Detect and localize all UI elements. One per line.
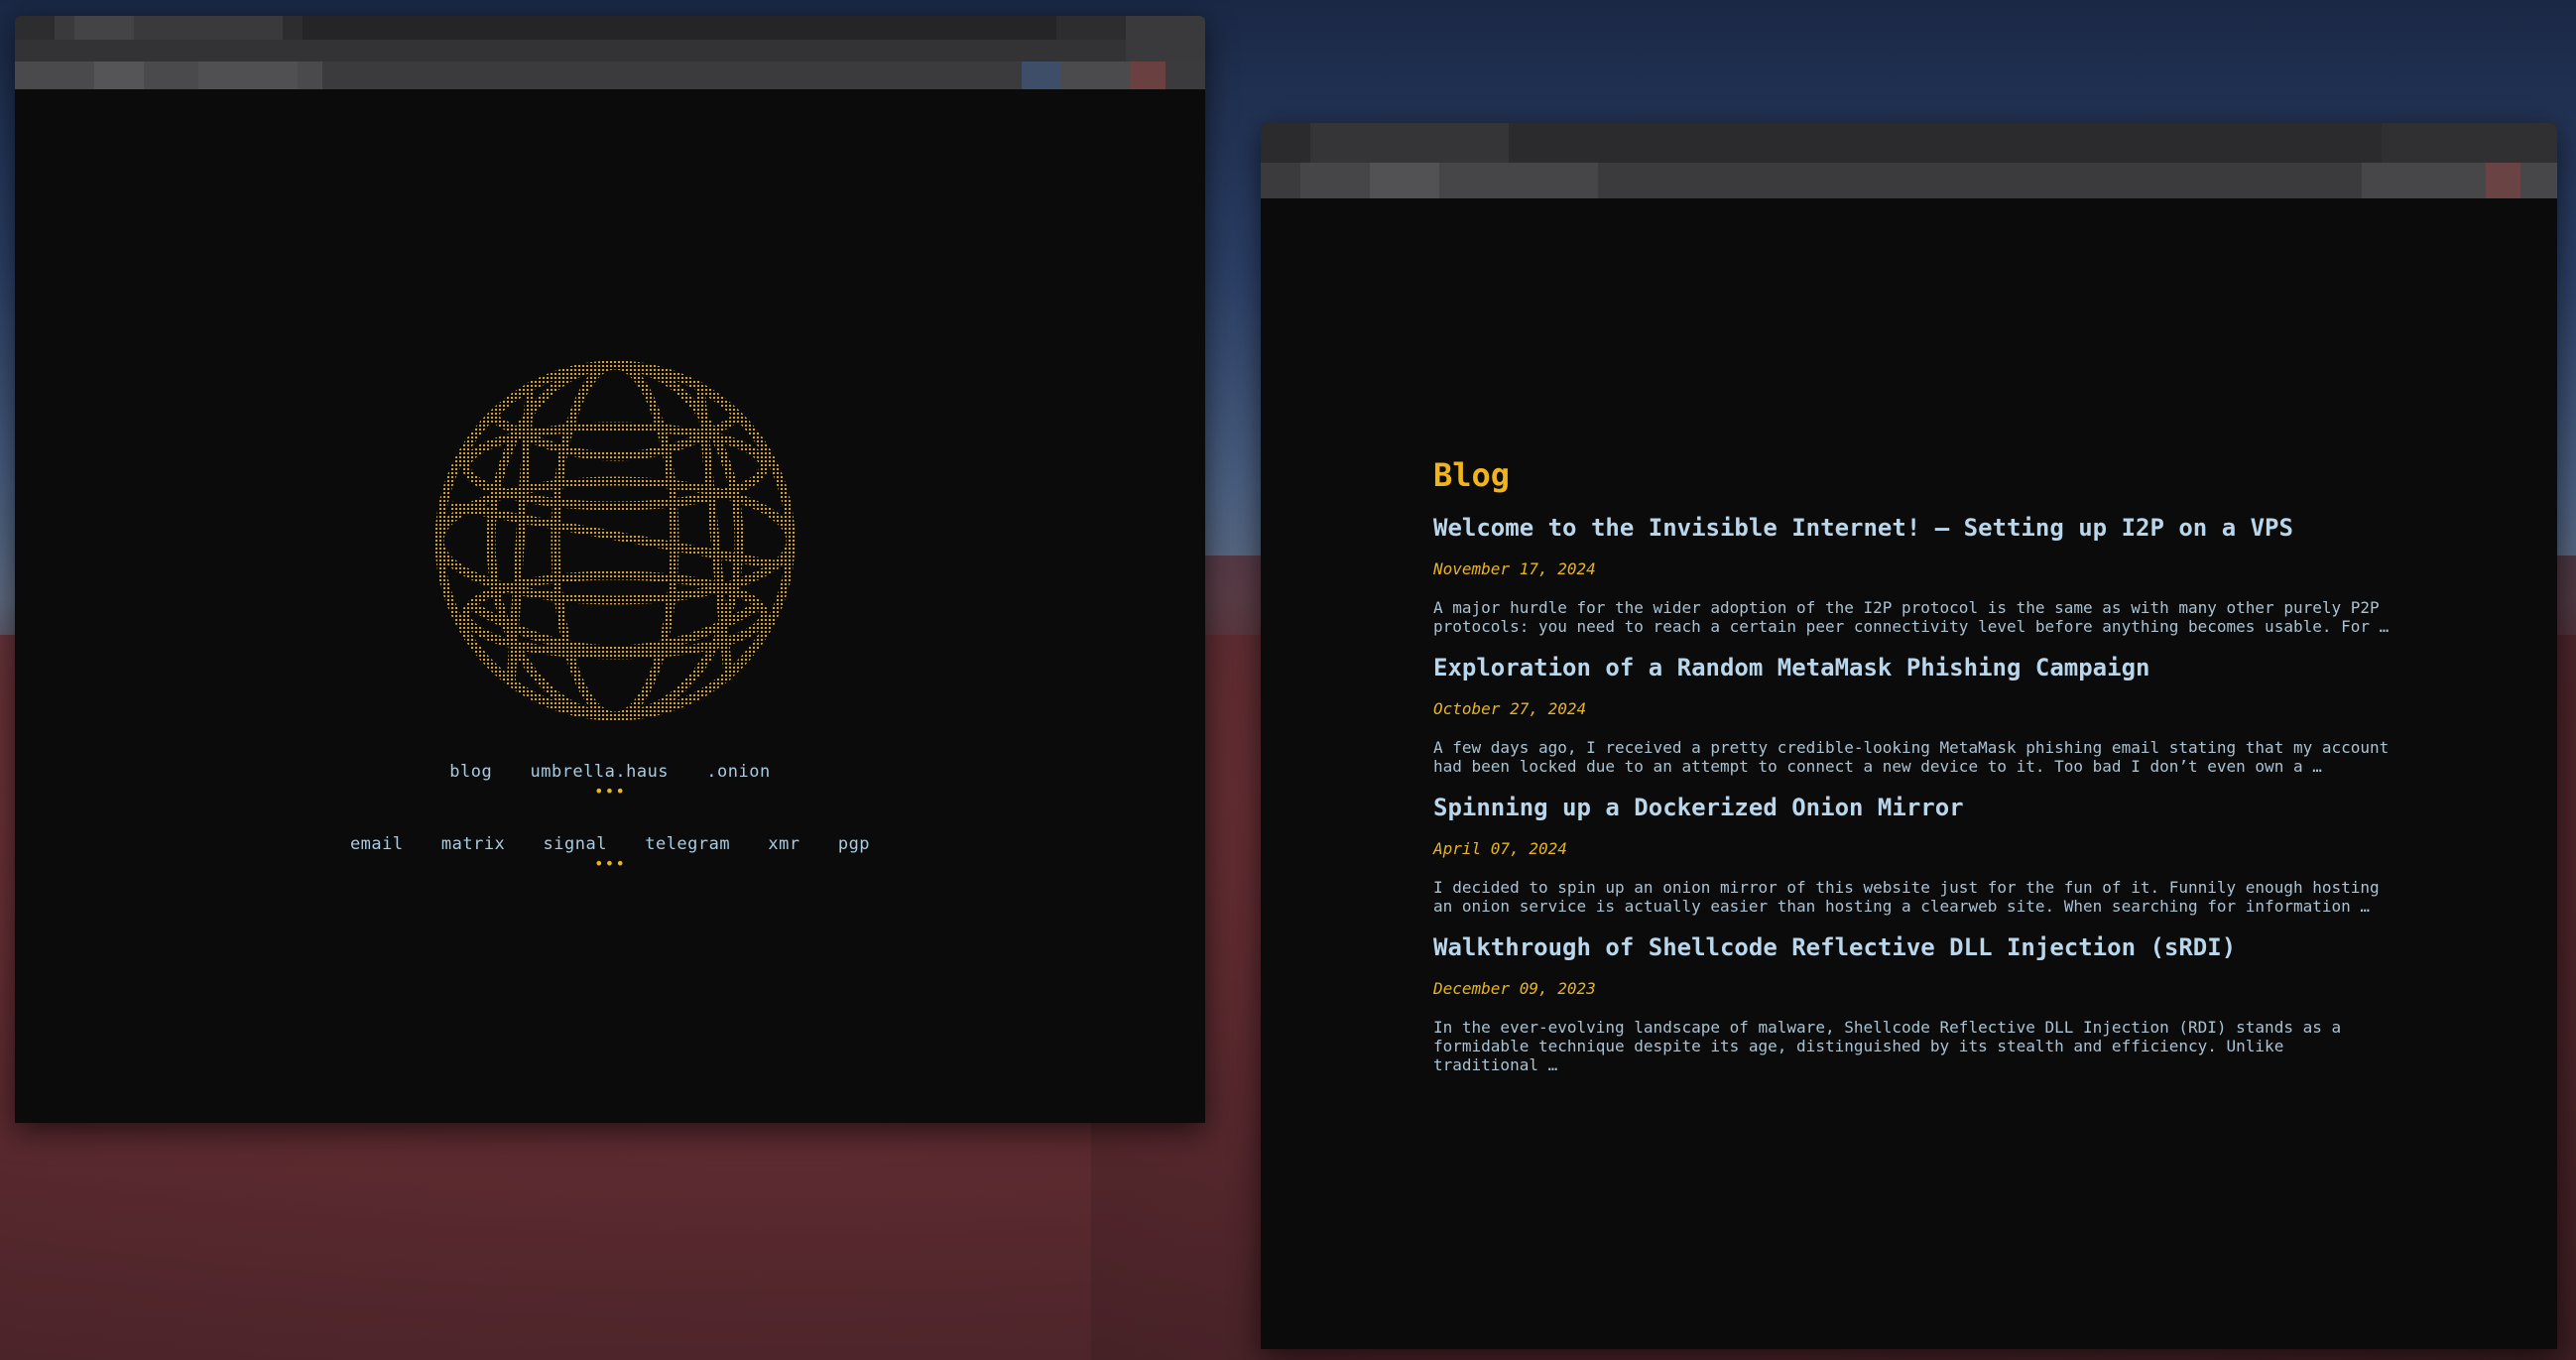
post-excerpt-line: A few days ago, I received a pretty cred… (1433, 738, 2390, 757)
post-title-link[interactable]: Welcome to the Invisible Internet! — Set… (1433, 514, 2405, 542)
post-excerpt: A few days ago, I received a pretty cred… (1433, 738, 2405, 776)
post-excerpt-line: protocols: you need to reach a certain p… (1433, 617, 2390, 636)
ascii-globe-icon (434, 360, 796, 721)
post-excerpt-line: A major hurdle for the wider adoption of… (1433, 598, 2380, 617)
blog-post: Spinning up a Dockerized Onion Mirror Apr… (1433, 794, 2405, 916)
contact-link-xmr[interactable]: xmr (768, 834, 799, 854)
post-date: October 27, 2024 (1433, 699, 1587, 718)
blog-post: Walkthrough of Shellcode Reflective DLL … (1433, 933, 2405, 1074)
browser-toolbar-pixelated (15, 16, 1205, 89)
blog-page: Blog Welcome to the Invisible Internet! … (1261, 198, 2557, 1349)
contact-link-email[interactable]: email (350, 834, 404, 854)
post-excerpt-line: In the ever-evolving landscape of malwar… (1433, 1018, 2342, 1037)
separator-dots-bottom: ••• (594, 854, 626, 873)
separator-dots: ••• (594, 782, 626, 801)
post-title-link[interactable]: Walkthrough of Shellcode Reflective DLL … (1433, 933, 2405, 961)
primary-nav: blog umbrella.haus .onion (15, 762, 1205, 782)
browser-toolbar-pixelated (1261, 123, 2557, 198)
home-page: blog umbrella.haus .onion ••• email matr… (15, 89, 1205, 1123)
post-excerpt-line: had been locked due to an attempt to con… (1433, 757, 2322, 776)
contact-link-matrix[interactable]: matrix (441, 834, 505, 854)
contact-nav: email matrix signal telegram xmr pgp (15, 834, 1205, 854)
post-excerpt-line: traditional … (1433, 1055, 1558, 1074)
blog-list: Blog Welcome to the Invisible Internet! … (1433, 456, 2405, 1092)
post-excerpt-line: I decided to spin up an onion mirror of … (1433, 878, 2380, 897)
post-date: December 09, 2023 (1433, 979, 1596, 998)
post-title-link[interactable]: Exploration of a Random MetaMask Phishin… (1433, 654, 2405, 681)
blog-post: Welcome to the Invisible Internet! — Set… (1433, 514, 2405, 636)
contact-link-telegram[interactable]: telegram (645, 834, 730, 854)
contact-link-pgp[interactable]: pgp (838, 834, 870, 854)
post-excerpt: I decided to spin up an onion mirror of … (1433, 878, 2405, 916)
post-date: April 07, 2024 (1433, 839, 1567, 858)
contact-link-signal[interactable]: signal (544, 834, 607, 854)
post-excerpt: A major hurdle for the wider adoption of… (1433, 598, 2405, 636)
browser-window-home: blog umbrella.haus .onion ••• email matr… (15, 16, 1205, 1123)
nav-link-blog[interactable]: blog (449, 762, 492, 782)
page-title: Blog (1433, 456, 1511, 494)
browser-window-blog: Blog Welcome to the Invisible Internet! … (1261, 123, 2557, 1349)
post-excerpt: In the ever-evolving landscape of malwar… (1433, 1018, 2405, 1074)
post-date: November 17, 2024 (1433, 559, 1596, 578)
blog-post: Exploration of a Random MetaMask Phishin… (1433, 654, 2405, 776)
post-excerpt-line: an onion service is actually easier than… (1433, 897, 2371, 916)
nav-link-umbrella-haus[interactable]: umbrella.haus (530, 762, 669, 782)
post-excerpt-line: formidable technique despite its age, di… (1433, 1037, 2284, 1055)
nav-link-onion[interactable]: .onion (706, 762, 770, 782)
post-title-link[interactable]: Spinning up a Dockerized Onion Mirror (1433, 794, 2405, 821)
